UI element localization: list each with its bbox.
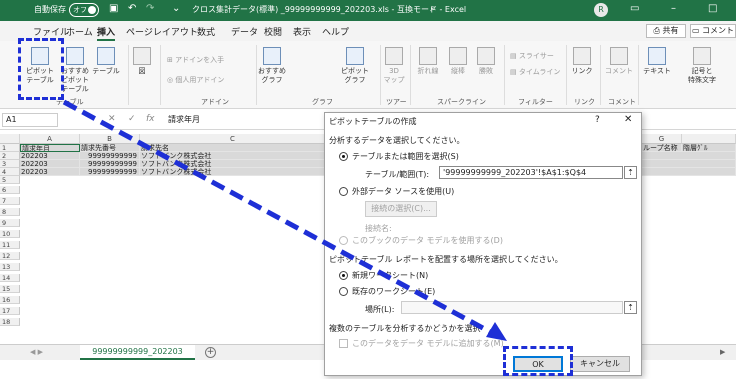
- annotation-arrow: [62, 99, 507, 341]
